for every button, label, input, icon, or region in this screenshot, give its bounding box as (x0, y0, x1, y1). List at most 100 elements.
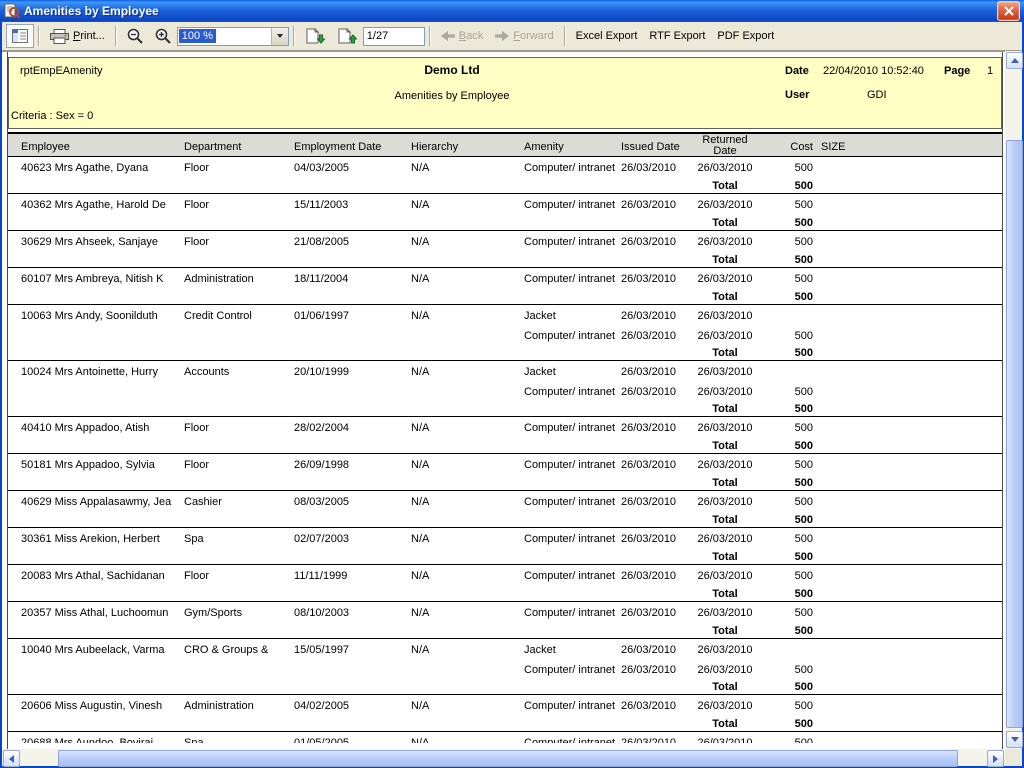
vertical-scrollbar[interactable] (1005, 51, 1022, 749)
cell: Credit Control (184, 310, 252, 322)
zoom-in-button[interactable] (149, 24, 177, 48)
cell: 26/03/2010 (621, 330, 676, 342)
excel-export-button[interactable]: Excel Export (570, 24, 644, 48)
page-value: 1 (987, 65, 993, 77)
cell: 26/03/2010 (621, 496, 676, 508)
table-row: 40629 Miss Appalasawmy, JeaCashier08/03/… (8, 491, 1002, 528)
page-down-icon (337, 28, 357, 44)
scroll-right-button[interactable] (987, 750, 1004, 767)
horizontal-scrollbar-thumb[interactable] (58, 750, 958, 767)
cell: 26/09/1998 (294, 459, 349, 471)
page-counter-input[interactable]: 1/27 (363, 27, 425, 46)
cell: 500 (749, 496, 813, 508)
previous-page-button[interactable] (299, 24, 331, 48)
cell: 500 (749, 551, 813, 563)
scroll-up-button[interactable] (1006, 52, 1023, 69)
vertical-scrollbar-thumb[interactable] (1006, 140, 1023, 728)
cell: 26/03/2010 (621, 366, 676, 378)
cell: Administration (184, 700, 254, 712)
forward-button[interactable]: Forward (489, 24, 559, 48)
cell: 26/03/2010 (621, 737, 676, 743)
date-value: 22/04/2010 10:52:40 (823, 65, 924, 77)
cell: 500 (749, 440, 813, 452)
cell: 04/03/2005 (294, 162, 349, 174)
print-label: Print... (73, 30, 105, 42)
forward-label: Forward (513, 30, 553, 42)
next-page-button[interactable] (331, 24, 363, 48)
cell: Computer/ intranet (524, 459, 615, 471)
cell: 26/03/2010 (621, 700, 676, 712)
cell: 08/03/2005 (294, 496, 349, 508)
cell: Spa (184, 737, 204, 743)
chevron-down-icon (277, 34, 283, 38)
cell: 30629 Mrs Ahseek, Sanjaye (21, 236, 158, 248)
cell: Jacket (524, 644, 556, 656)
column-header-cost: Cost (749, 141, 813, 153)
cell: 500 (749, 330, 813, 342)
chevron-up-icon (1011, 58, 1019, 63)
cell: Floor (184, 199, 209, 211)
cell: Jacket (524, 310, 556, 322)
cell: 26/03/2010 (679, 310, 771, 322)
toolbar: Print... 100 % (2, 22, 1022, 51)
cell: 500 (749, 291, 813, 303)
horizontal-scrollbar[interactable] (2, 749, 1005, 766)
zoom-out-button[interactable] (121, 24, 149, 48)
cell: 500 (749, 199, 813, 211)
rtf-export-button[interactable]: RTF Export (643, 24, 711, 48)
cell: Administration (184, 273, 254, 285)
report-header: rptEmpEAmenity Demo Ltd Amenities by Emp… (8, 57, 1002, 129)
cell: 40410 Mrs Appadoo, Atish (21, 422, 149, 434)
cell: N/A (411, 162, 429, 174)
cell: Floor (184, 236, 209, 248)
page-label: Page (944, 65, 970, 77)
report-title: Amenities by Employee (9, 90, 895, 102)
cell: 26/03/2010 (621, 664, 676, 676)
toolbar-separator (115, 26, 117, 46)
cell: 26/03/2010 (621, 570, 676, 582)
print-button[interactable]: Print... (44, 24, 111, 48)
cell: 40623 Mrs Agathe, Dyana (21, 162, 148, 174)
user-value: GDI (867, 89, 887, 101)
cell: 500 (749, 625, 813, 637)
group-tree-icon (12, 29, 28, 43)
cell: Computer/ intranet (524, 273, 615, 285)
pdf-export-button[interactable]: PDF Export (711, 24, 780, 48)
cell: 28/02/2004 (294, 422, 349, 434)
cell: CRO & Groups & (184, 644, 268, 656)
back-button[interactable]: Back (435, 24, 489, 48)
cell: 20606 Miss Augustin, Vinesh (21, 700, 162, 712)
column-header-employee: Employee (21, 141, 70, 153)
column-header-size: SIZE (821, 141, 845, 153)
page-up-icon (305, 28, 325, 44)
cell: 500 (749, 588, 813, 600)
printer-icon (50, 29, 69, 44)
scrollbar-corner (1005, 749, 1022, 766)
cell: N/A (411, 533, 429, 545)
table-row: 30361 Miss Arekion, HerbertSpa02/07/2003… (8, 528, 1002, 565)
zoom-combo-arrow-button[interactable] (271, 28, 288, 45)
company-name: Demo Ltd (9, 63, 895, 77)
cell: 500 (749, 700, 813, 712)
zoom-level-combobox[interactable]: 100 % (177, 27, 289, 46)
close-icon (1004, 6, 1014, 16)
zoom-level-value: 100 % (179, 29, 216, 43)
close-button[interactable] (997, 1, 1020, 21)
scroll-left-button[interactable] (3, 750, 20, 767)
cell: 26/03/2010 (621, 533, 676, 545)
cell: N/A (411, 644, 429, 656)
report-canvas: rptEmpEAmenity Demo Ltd Amenities by Emp… (2, 51, 1005, 749)
cell: 04/02/2005 (294, 700, 349, 712)
cell: 15/05/1997 (294, 644, 349, 656)
cell: 500 (749, 570, 813, 582)
cell: 26/03/2010 (679, 644, 771, 656)
column-header-hierarchy: Hierarchy (411, 141, 458, 153)
scroll-down-button[interactable] (1006, 731, 1023, 748)
cell: 10040 Mrs Aubeelack, Varma (21, 644, 164, 656)
group-tree-toggle-button[interactable] (6, 24, 34, 48)
cell: Computer/ intranet (524, 330, 615, 342)
cell: Floor (184, 162, 209, 174)
date-label: Date (785, 65, 809, 77)
table-row: 40410 Mrs Appadoo, AtishFloor28/02/2004N… (8, 417, 1002, 454)
cell: Floor (184, 459, 209, 471)
